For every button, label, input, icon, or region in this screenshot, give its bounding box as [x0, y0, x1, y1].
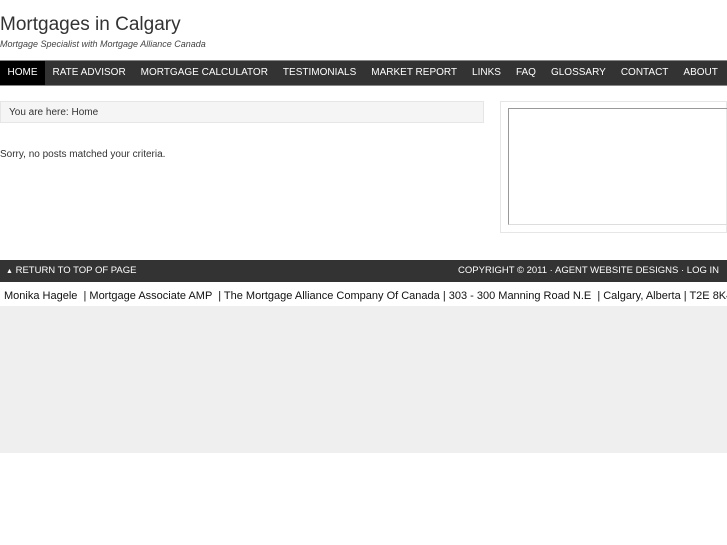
sidebar-widget-frame [508, 108, 727, 225]
nav-testimonials[interactable]: TESTIMONIALS [275, 61, 363, 85]
nav-market-report[interactable]: MARKET REPORT [364, 61, 465, 85]
breadcrumb: You are here: Home [0, 101, 484, 123]
back-to-top-label: RETURN TO TOP OF PAGE [15, 265, 137, 276]
nav-about[interactable]: ABOUT [676, 61, 725, 85]
nav-faq[interactable]: FAQ [508, 61, 543, 85]
login-link[interactable]: LOG IN [687, 265, 719, 276]
nav-links[interactable]: LINKS [465, 61, 509, 85]
nav-rate-advisor[interactable]: RATE ADVISOR [45, 61, 133, 85]
triangle-up-icon: ▲ [6, 268, 13, 275]
nav-glossary[interactable]: GLOSSARY [543, 61, 613, 85]
main-nav: HOME RATE ADVISOR MORTGAGE CALCULATOR TE… [0, 60, 727, 86]
no-posts-message: Sorry, no posts matched your criteria. [0, 149, 166, 160]
nav-contact[interactable]: CONTACT [613, 61, 676, 85]
designer-link[interactable]: AGENT WEBSITE DESIGNS [555, 265, 678, 276]
site-tagline: Mortgage Specialist with Mortgage Allian… [0, 39, 206, 49]
back-to-top-link[interactable]: ▲ RETURN TO TOP OF PAGE [6, 260, 136, 283]
breadcrumb-prefix: You are here: [9, 107, 69, 118]
breadcrumb-current: Home [71, 107, 99, 118]
address-line: Monika Hagele | Mortgage Associate AMP |… [4, 290, 727, 302]
footer-credits: COPYRIGHT © 2011 · AGENT WEBSITE DESIGNS… [458, 260, 719, 282]
copyright: COPYRIGHT © 2011 · [458, 265, 553, 276]
site-title[interactable]: Mortgages in Calgary [0, 14, 181, 36]
nav-home[interactable]: HOME [0, 61, 45, 85]
footer-bar: ▲ RETURN TO TOP OF PAGE COPYRIGHT © 2011… [0, 260, 727, 282]
nav-mortgage-calculator[interactable]: MORTGAGE CALCULATOR [133, 61, 275, 85]
separator: · [680, 265, 685, 276]
footer-band [0, 306, 727, 453]
